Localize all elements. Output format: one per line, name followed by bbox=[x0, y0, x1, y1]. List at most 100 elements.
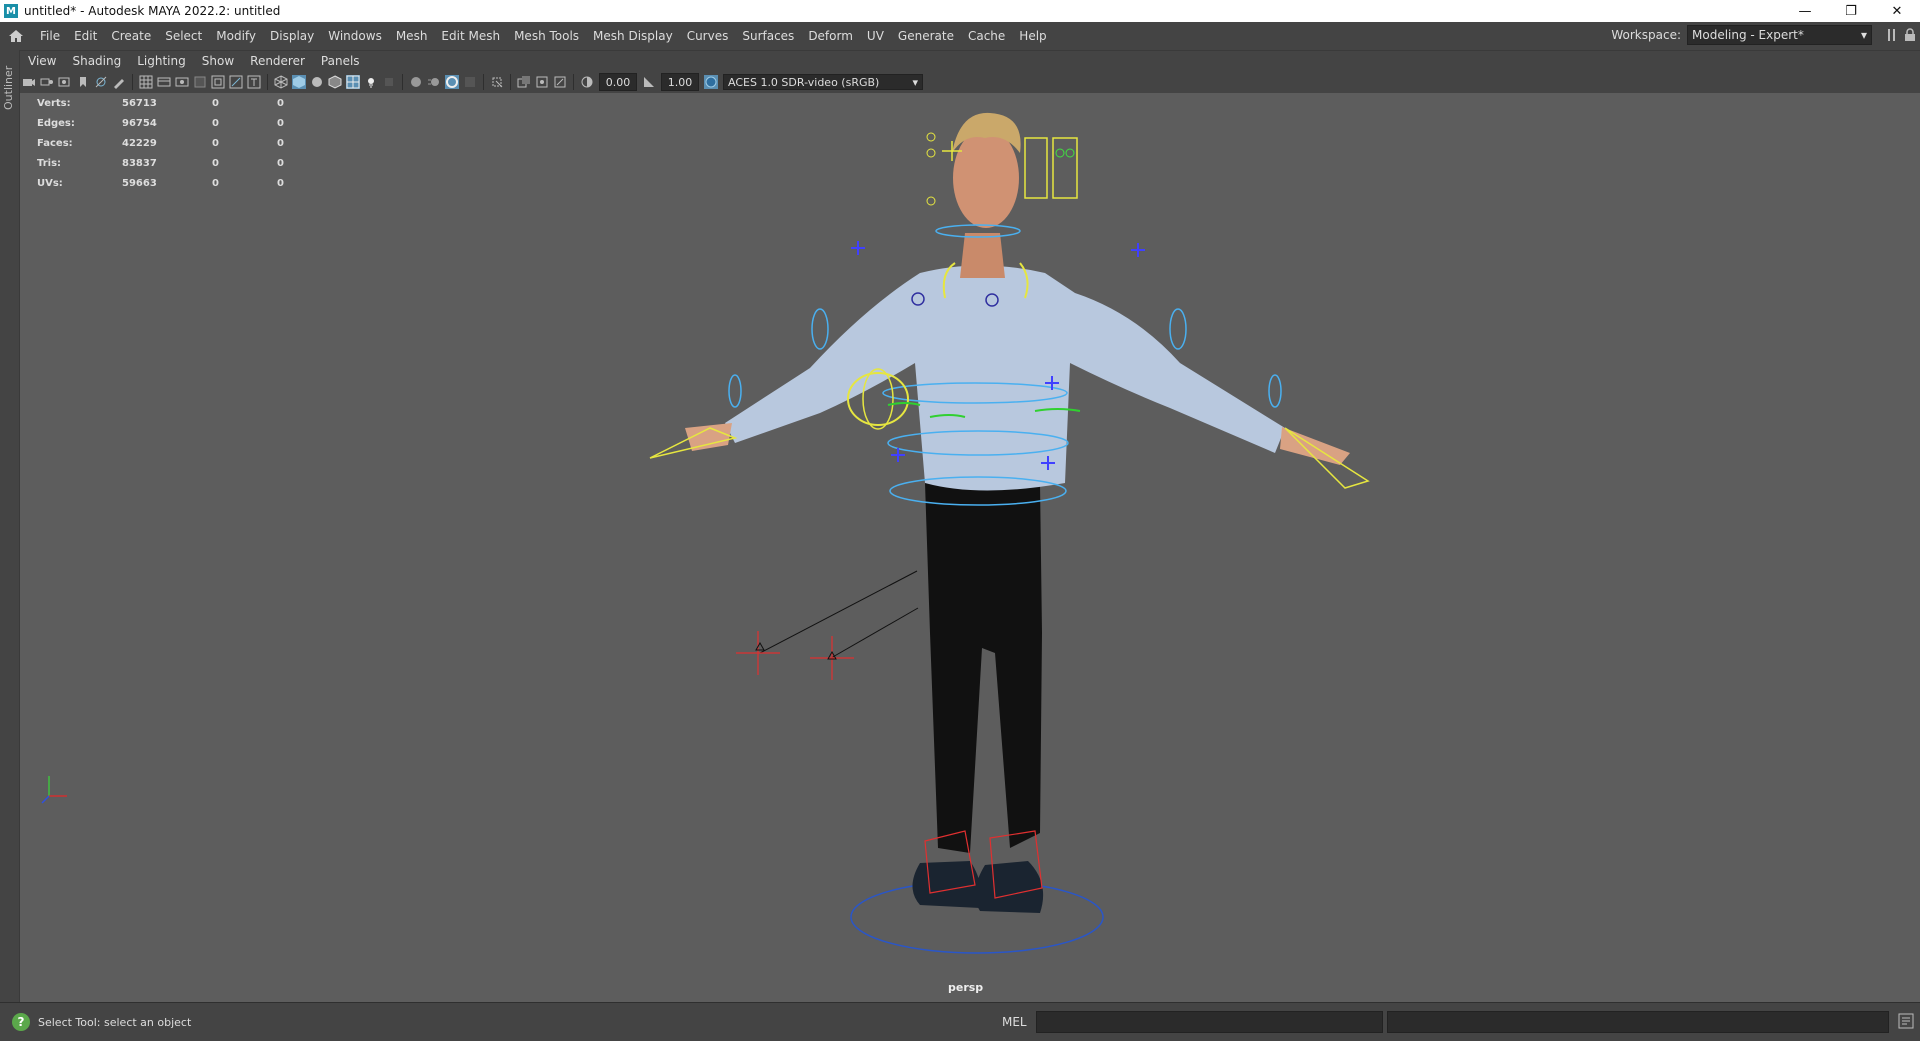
outliner-tab-label: Outliner bbox=[2, 65, 15, 110]
workspace-dropdown[interactable]: Modeling - Expert* ▾ bbox=[1687, 25, 1872, 45]
color-space-dropdown[interactable]: ACES 1.0 SDR-video (sRGB) ▾ bbox=[723, 74, 923, 90]
xray-active-components-icon[interactable] bbox=[535, 75, 549, 89]
panel-menu-panels[interactable]: Panels bbox=[313, 54, 368, 68]
close-button[interactable]: ✕ bbox=[1874, 0, 1920, 22]
neck bbox=[960, 233, 1005, 278]
bookmark-icon[interactable] bbox=[76, 75, 90, 89]
face-control-box-2 bbox=[1052, 137, 1078, 199]
smooth-shade-icon[interactable] bbox=[292, 75, 306, 89]
outliner-side-tab[interactable]: Outliner bbox=[0, 50, 20, 1002]
camera-name-label: persp bbox=[948, 981, 984, 994]
safe-action-icon[interactable] bbox=[229, 75, 243, 89]
title-bar: M untitled* - Autodesk MAYA 2022.2: unti… bbox=[0, 0, 1920, 22]
menu-deform[interactable]: Deform bbox=[801, 22, 860, 50]
script-editor-icon[interactable] bbox=[1898, 1013, 1914, 1029]
panel-menu-show[interactable]: Show bbox=[194, 54, 242, 68]
menu-generate[interactable]: Generate bbox=[891, 22, 961, 50]
panel-menu-view[interactable]: View bbox=[20, 54, 64, 68]
grid-icon[interactable] bbox=[139, 75, 153, 89]
menu-edit-mesh[interactable]: Edit Mesh bbox=[434, 22, 507, 50]
left-shoe bbox=[912, 861, 982, 908]
anti-aliasing-icon[interactable] bbox=[445, 75, 459, 89]
menu-surfaces[interactable]: Surfaces bbox=[735, 22, 801, 50]
exposure-icon[interactable] bbox=[580, 75, 594, 89]
color-space-value: ACES 1.0 SDR-video (sRGB) bbox=[728, 75, 880, 89]
character-rig[interactable] bbox=[20, 93, 1920, 1002]
exposure-field[interactable]: 0.00 bbox=[599, 73, 637, 91]
menu-modify[interactable]: Modify bbox=[209, 22, 263, 50]
panel-options-icon[interactable] bbox=[1886, 28, 1898, 42]
viewport-toolbar: 0.00 1.00 ACES 1.0 SDR-video (sRGB) ▾ bbox=[20, 71, 1920, 93]
script-language-toggle[interactable]: MEL bbox=[978, 1015, 1036, 1029]
menu-mesh-display[interactable]: Mesh Display bbox=[586, 22, 680, 50]
panel-menu-lighting[interactable]: Lighting bbox=[129, 54, 194, 68]
camera-attributes-icon[interactable] bbox=[40, 75, 54, 89]
select-camera-icon[interactable] bbox=[22, 75, 36, 89]
menu-help[interactable]: Help bbox=[1012, 22, 1053, 50]
right-shoe bbox=[975, 861, 1044, 913]
help-icon: ? bbox=[12, 1013, 30, 1031]
menu-select[interactable]: Select bbox=[158, 22, 209, 50]
grease-pencil-icon[interactable] bbox=[112, 75, 126, 89]
pants bbox=[925, 483, 1042, 853]
shaded-wireframe-icon[interactable] bbox=[328, 75, 342, 89]
field-chart-icon[interactable] bbox=[211, 75, 225, 89]
menu-edit[interactable]: Edit bbox=[67, 22, 104, 50]
workspace-selector: Workspace: Modeling - Expert* ▾ bbox=[1611, 25, 1872, 45]
shirt bbox=[725, 265, 1285, 491]
screen-space-ao-icon[interactable] bbox=[409, 75, 423, 89]
viewport-persp[interactable]: Verts: 56713 0 0 Edges: 96754 0 0 Faces:… bbox=[20, 93, 1920, 1002]
film-gate-icon[interactable] bbox=[157, 75, 171, 89]
viewport-panel-menu: View Shading Lighting Show Renderer Pane… bbox=[20, 51, 1920, 71]
workspace-label: Workspace: bbox=[1611, 28, 1681, 42]
menu-uv[interactable]: UV bbox=[860, 22, 891, 50]
menu-file[interactable]: File bbox=[33, 22, 67, 50]
motion-blur-icon[interactable] bbox=[427, 75, 441, 89]
menu-curves[interactable]: Curves bbox=[680, 22, 736, 50]
menu-windows[interactable]: Windows bbox=[321, 22, 389, 50]
textured-icon[interactable] bbox=[346, 75, 360, 89]
shadows-icon[interactable] bbox=[382, 75, 396, 89]
lights-icon[interactable] bbox=[364, 75, 378, 89]
close-icon: ✕ bbox=[1891, 3, 1903, 19]
safe-title-icon[interactable] bbox=[247, 75, 261, 89]
menu-display[interactable]: Display bbox=[263, 22, 321, 50]
menu-cache[interactable]: Cache bbox=[961, 22, 1012, 50]
isolate-select-icon[interactable] bbox=[490, 75, 504, 89]
default-material-icon[interactable] bbox=[310, 75, 324, 89]
home-button[interactable] bbox=[5, 25, 27, 47]
gamma-field[interactable]: 1.00 bbox=[661, 73, 699, 91]
wireframe-icon[interactable] bbox=[274, 75, 288, 89]
window-title: untitled* - Autodesk MAYA 2022.2: untitl… bbox=[24, 4, 281, 18]
chevron-down-icon: ▾ bbox=[912, 75, 918, 89]
maximize-button[interactable]: ❐ bbox=[1828, 0, 1874, 22]
main-menu-bar: File Edit Create Select Modify Display W… bbox=[0, 22, 1920, 51]
minimize-icon: — bbox=[1798, 3, 1812, 19]
menu-mesh-tools[interactable]: Mesh Tools bbox=[507, 22, 586, 50]
depth-of-field-icon[interactable] bbox=[463, 75, 477, 89]
command-line: MEL bbox=[978, 1011, 1889, 1033]
help-line-text: Select Tool: select an object bbox=[38, 1015, 192, 1029]
panel-menu-shading[interactable]: Shading bbox=[64, 54, 129, 68]
chevron-down-icon: ▾ bbox=[1860, 28, 1867, 42]
panel-menu-renderer[interactable]: Renderer bbox=[242, 54, 313, 68]
command-input[interactable] bbox=[1036, 1011, 1383, 1033]
gamma-icon[interactable] bbox=[642, 75, 656, 89]
color-management-icon[interactable] bbox=[704, 75, 718, 89]
workspace-value: Modeling - Expert* bbox=[1692, 28, 1804, 42]
image-plane-icon[interactable] bbox=[94, 75, 108, 89]
bookmarks-icon[interactable] bbox=[58, 75, 72, 89]
xray-icon[interactable] bbox=[517, 75, 531, 89]
maximize-icon: ❐ bbox=[1845, 3, 1857, 19]
gate-mask-icon[interactable] bbox=[193, 75, 207, 89]
resolution-gate-icon[interactable] bbox=[175, 75, 189, 89]
head bbox=[953, 128, 1019, 228]
menu-create[interactable]: Create bbox=[104, 22, 158, 50]
xray-joints-icon[interactable] bbox=[553, 75, 567, 89]
face-control-box-1 bbox=[1024, 137, 1048, 199]
minimize-button[interactable]: — bbox=[1782, 0, 1828, 22]
view-axis-z bbox=[41, 795, 50, 804]
lock-icon[interactable] bbox=[1904, 28, 1916, 42]
menu-mesh[interactable]: Mesh bbox=[389, 22, 435, 50]
command-result-field bbox=[1387, 1011, 1889, 1033]
